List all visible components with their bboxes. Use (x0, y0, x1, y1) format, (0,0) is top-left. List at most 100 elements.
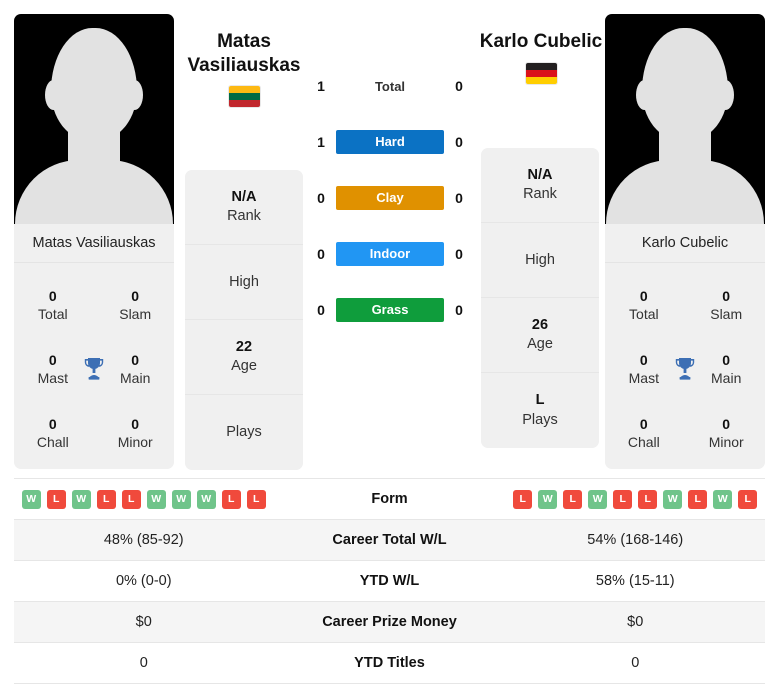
stat-value-left: $0 (135, 614, 152, 630)
info-age-right: 26 Age (481, 298, 599, 373)
player-heading-right: Karlo Cubelic (478, 30, 604, 84)
player-photo-name-left: Matas Vasiliauskas (14, 224, 174, 263)
titles-main-left: 0 Main (120, 351, 151, 386)
flag-icon-lithuania (228, 86, 260, 108)
player-photo-name-right: Karlo Cubelic (605, 224, 765, 263)
form-badge-win[interactable]: W (171, 489, 191, 509)
form-badge-loss[interactable]: L (96, 489, 116, 509)
h2h-score-right: 0 (455, 134, 463, 150)
titles-total-right: 0 Total (629, 287, 659, 322)
info-plays-right: L Plays (522, 392, 558, 428)
avatar-body (606, 160, 764, 224)
titles-grid-right: 0 Total 0 Slam 0 Mast 0 Main 0 Chall 0 M… (605, 263, 765, 465)
titles-minor-left: 0 Minor (117, 415, 153, 450)
form-badge-win[interactable]: W (588, 489, 608, 509)
surface-badge-indoor: Indoor (336, 242, 444, 266)
player-info-card-left: N/A Rank High 22 Age Plays (185, 170, 303, 470)
info-high-right: High (481, 223, 599, 298)
form-badge-win[interactable]: W (713, 489, 733, 509)
h2h-label-total: Total (374, 78, 406, 94)
titles-row: 0 Chall 0 Minor (14, 401, 174, 465)
avatar-ear-right (126, 80, 143, 110)
titles-row: 0 Total 0 Slam (605, 273, 765, 337)
titles-row: 0 Total 0 Slam (14, 273, 174, 337)
flag-band-3 (228, 100, 260, 108)
form-strip-right: LWLWLLWLWL (513, 489, 758, 509)
avatar-body (15, 160, 173, 224)
table-row: 48% (85-92) Career Total W/L 54% (168-146) (14, 520, 765, 561)
surface-badge-hard: Hard (336, 130, 444, 154)
form-badge-loss[interactable]: L (513, 489, 533, 509)
form-badge-loss[interactable]: L (221, 489, 241, 509)
table-row: W L W L L W W W L L Form L W L W L L W L W L (14, 479, 765, 520)
avatar-ear-left (636, 80, 653, 110)
titles-slam-left: 0 Slam (119, 287, 152, 322)
stat-value-left: 0 (139, 655, 148, 671)
info-rank-right: N/A Rank (481, 148, 599, 223)
form-badge-win[interactable]: W (146, 489, 166, 509)
stat-label: YTD Titles (354, 655, 425, 671)
table-row: 0% (0-0) YTD W/L 58% (15-11) (14, 561, 765, 602)
player-avatar-placeholder-icon (642, 28, 728, 140)
surface-badge-clay: Clay (336, 186, 444, 210)
surface-badge-grass: Grass (336, 298, 444, 322)
page-title-left: Matas Vasiliauskas (187, 31, 301, 76)
player-info-card-right: N/A Rank High 26 Age L Plays (481, 148, 599, 448)
flag-band-2 (525, 69, 557, 77)
titles-minor-right: 0 Minor (708, 415, 744, 450)
titles-chall-left: 0 Chall (36, 415, 69, 450)
table-row: 0 YTD Titles 0 (14, 643, 765, 684)
stat-value-right: 0 (631, 655, 640, 671)
flag-icon-germany (525, 62, 557, 84)
form-badge-win[interactable]: W (663, 489, 683, 509)
stat-value-left: 0% (0-0) (115, 573, 172, 589)
avatar (605, 14, 765, 224)
h2h-row-clay: 0 Clay 0 (310, 170, 470, 226)
flag-band-3 (525, 76, 557, 84)
form-badge-loss[interactable]: L (246, 489, 266, 509)
h2h-score-left: 0 (317, 190, 325, 206)
avatar (14, 14, 174, 224)
trophy-icon (671, 357, 700, 381)
player-card-right: Karlo Cubelic 0 Total 0 Slam 0 Mast 0 Ma… (605, 14, 765, 469)
stat-value-left: 48% (85-92) (103, 532, 184, 548)
info-plays-left: Plays (226, 424, 262, 441)
titles-grid-left: 0 Total 0 Slam 0 Mast 0 Main 0 Chall 0 M… (14, 263, 174, 465)
flag-band-2 (228, 93, 260, 101)
info-high-left: High (185, 245, 303, 320)
h2h-score-right: 0 (455, 190, 463, 206)
stat-label: Career Total W/L (332, 532, 447, 548)
form-badge-win[interactable]: W (538, 489, 558, 509)
form-badge-win[interactable]: W (21, 489, 41, 509)
form-badge-win[interactable]: W (71, 489, 91, 509)
titles-row: 0 Chall 0 Minor (605, 401, 765, 465)
form-badge-loss[interactable]: L (613, 489, 633, 509)
form-badge-win[interactable]: W (196, 489, 216, 509)
h2h-score-left: 1 (317, 134, 325, 150)
stat-value-right: 58% (15-11) (595, 573, 675, 589)
page-title-right: Karlo Cubelic (479, 31, 603, 52)
h2h-score-right: 0 (455, 246, 463, 262)
form-badge-loss[interactable]: L (688, 489, 708, 509)
titles-row: 0 Mast 0 Main (14, 337, 174, 401)
form-badge-loss[interactable]: L (46, 489, 66, 509)
h2h-score-left: 1 (317, 78, 325, 94)
form-badge-loss[interactable]: L (738, 489, 758, 509)
form-badge-loss[interactable]: L (121, 489, 141, 509)
form-badge-loss[interactable]: L (563, 489, 583, 509)
player-avatar-placeholder-icon (51, 28, 137, 140)
trophy-icon (80, 357, 109, 381)
stat-label: YTD W/L (359, 573, 420, 589)
h2h-row-grass: 0 Grass 0 (310, 282, 470, 338)
h2h-row-total: 1 Total 0 (310, 58, 470, 114)
info-rank-left: N/A Rank (185, 170, 303, 245)
h2h-row-indoor: 0 Indoor 0 (310, 226, 470, 282)
h2h-score-right: 0 (455, 78, 463, 94)
h2h-score-left: 0 (317, 246, 325, 262)
stat-value-right: $0 (627, 614, 644, 630)
comparison-stats-table: W L W L L W W W L L Form L W L W L L W L W L 48% (85-92) Caree… (14, 478, 765, 684)
form-badge-loss[interactable]: L (638, 489, 658, 509)
player-comparison-header: Matas Vasiliauskas 0 Total 0 Slam 0 Mast (0, 0, 779, 478)
stat-value-left: WLWLLWWWLL (14, 489, 274, 509)
table-row: $0 Career Prize Money $0 (14, 602, 765, 643)
